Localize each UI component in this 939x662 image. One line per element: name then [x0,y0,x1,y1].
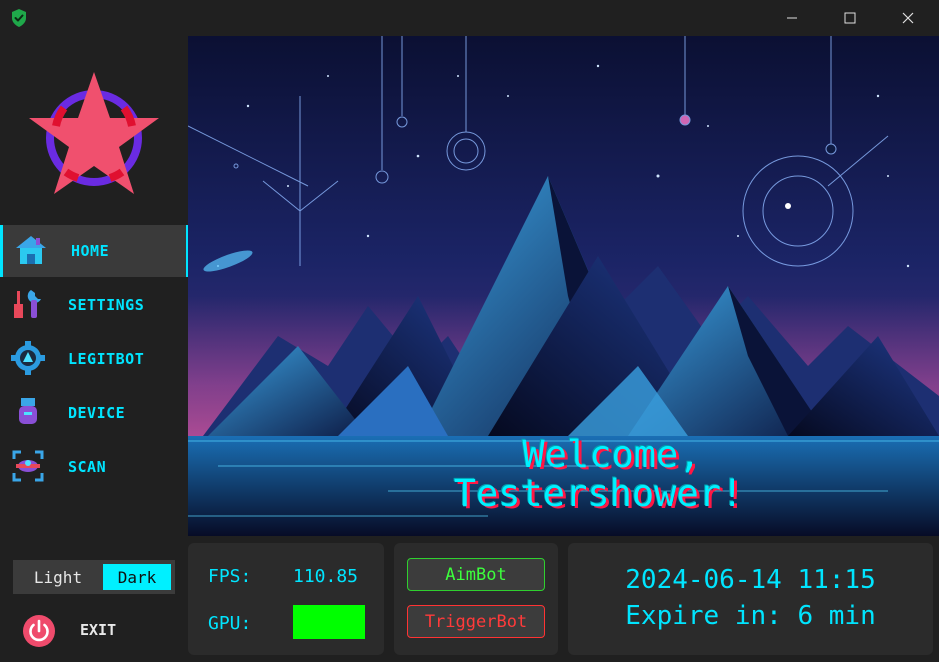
triggerbot-button[interactable]: TriggerBot [407,605,545,638]
welcome-message: Welcome, Testershower! [188,435,939,513]
exit-button[interactable]: EXIT [20,612,170,648]
star-circle-logo [29,72,159,194]
sidebar-item-label: SETTINGS [68,296,145,314]
sidebar-item-label: HOME [71,242,110,260]
welcome-username: Testershower! [453,472,744,515]
sidebar: HOME SETTINGS LEGITBOT DEVICE SCAN Light… [0,36,188,662]
theme-toggle[interactable]: Light Dark [13,560,175,594]
gear-icon [11,341,45,375]
sidebar-item-device[interactable]: DEVICE [0,387,188,439]
minimize-icon [787,17,797,19]
tools-icon [14,290,41,318]
usb-device-icon [19,398,37,424]
close-button[interactable] [879,0,937,36]
sidebar-item-home[interactable]: HOME [0,225,188,277]
sidebar-item-scan[interactable]: SCAN [0,441,188,493]
home-icon [16,236,46,264]
welcome-line-1: Welcome, [522,433,701,476]
scan-icon [12,450,44,482]
fps-label: FPS: [208,566,252,587]
gpu-label: GPU: [208,613,252,634]
close-icon [902,12,914,24]
stats-panel: FPS: 110.85 GPU: [188,543,384,655]
theme-dark-option[interactable]: Dark [103,564,171,590]
bots-panel: AimBot TriggerBot [394,543,558,655]
sidebar-item-legitbot[interactable]: LEGITBOT [0,333,188,385]
minimize-button[interactable] [763,0,821,36]
current-datetime: 2024-06-14 11:15 [625,565,876,595]
sidebar-item-settings[interactable]: SETTINGS [0,279,188,331]
maximize-icon [844,12,856,24]
sidebar-item-label: DEVICE [68,404,126,422]
fps-value: 110.85 [293,566,359,587]
aimbot-button[interactable]: AimBot [407,558,545,591]
maximize-button[interactable] [821,0,879,36]
exit-label: EXIT [80,621,117,639]
sidebar-item-label: SCAN [68,458,107,476]
power-icon [23,615,55,647]
session-panel: 2024-06-14 11:15 Expire in: 6 min [568,543,933,655]
shield-check-icon [12,9,26,27]
expire-countdown: Expire in: 6 min [625,601,876,631]
theme-light-option[interactable]: Light [17,564,99,590]
title-bar [0,0,939,36]
gpu-status-indicator [293,605,365,639]
sidebar-item-label: LEGITBOT [68,350,145,368]
